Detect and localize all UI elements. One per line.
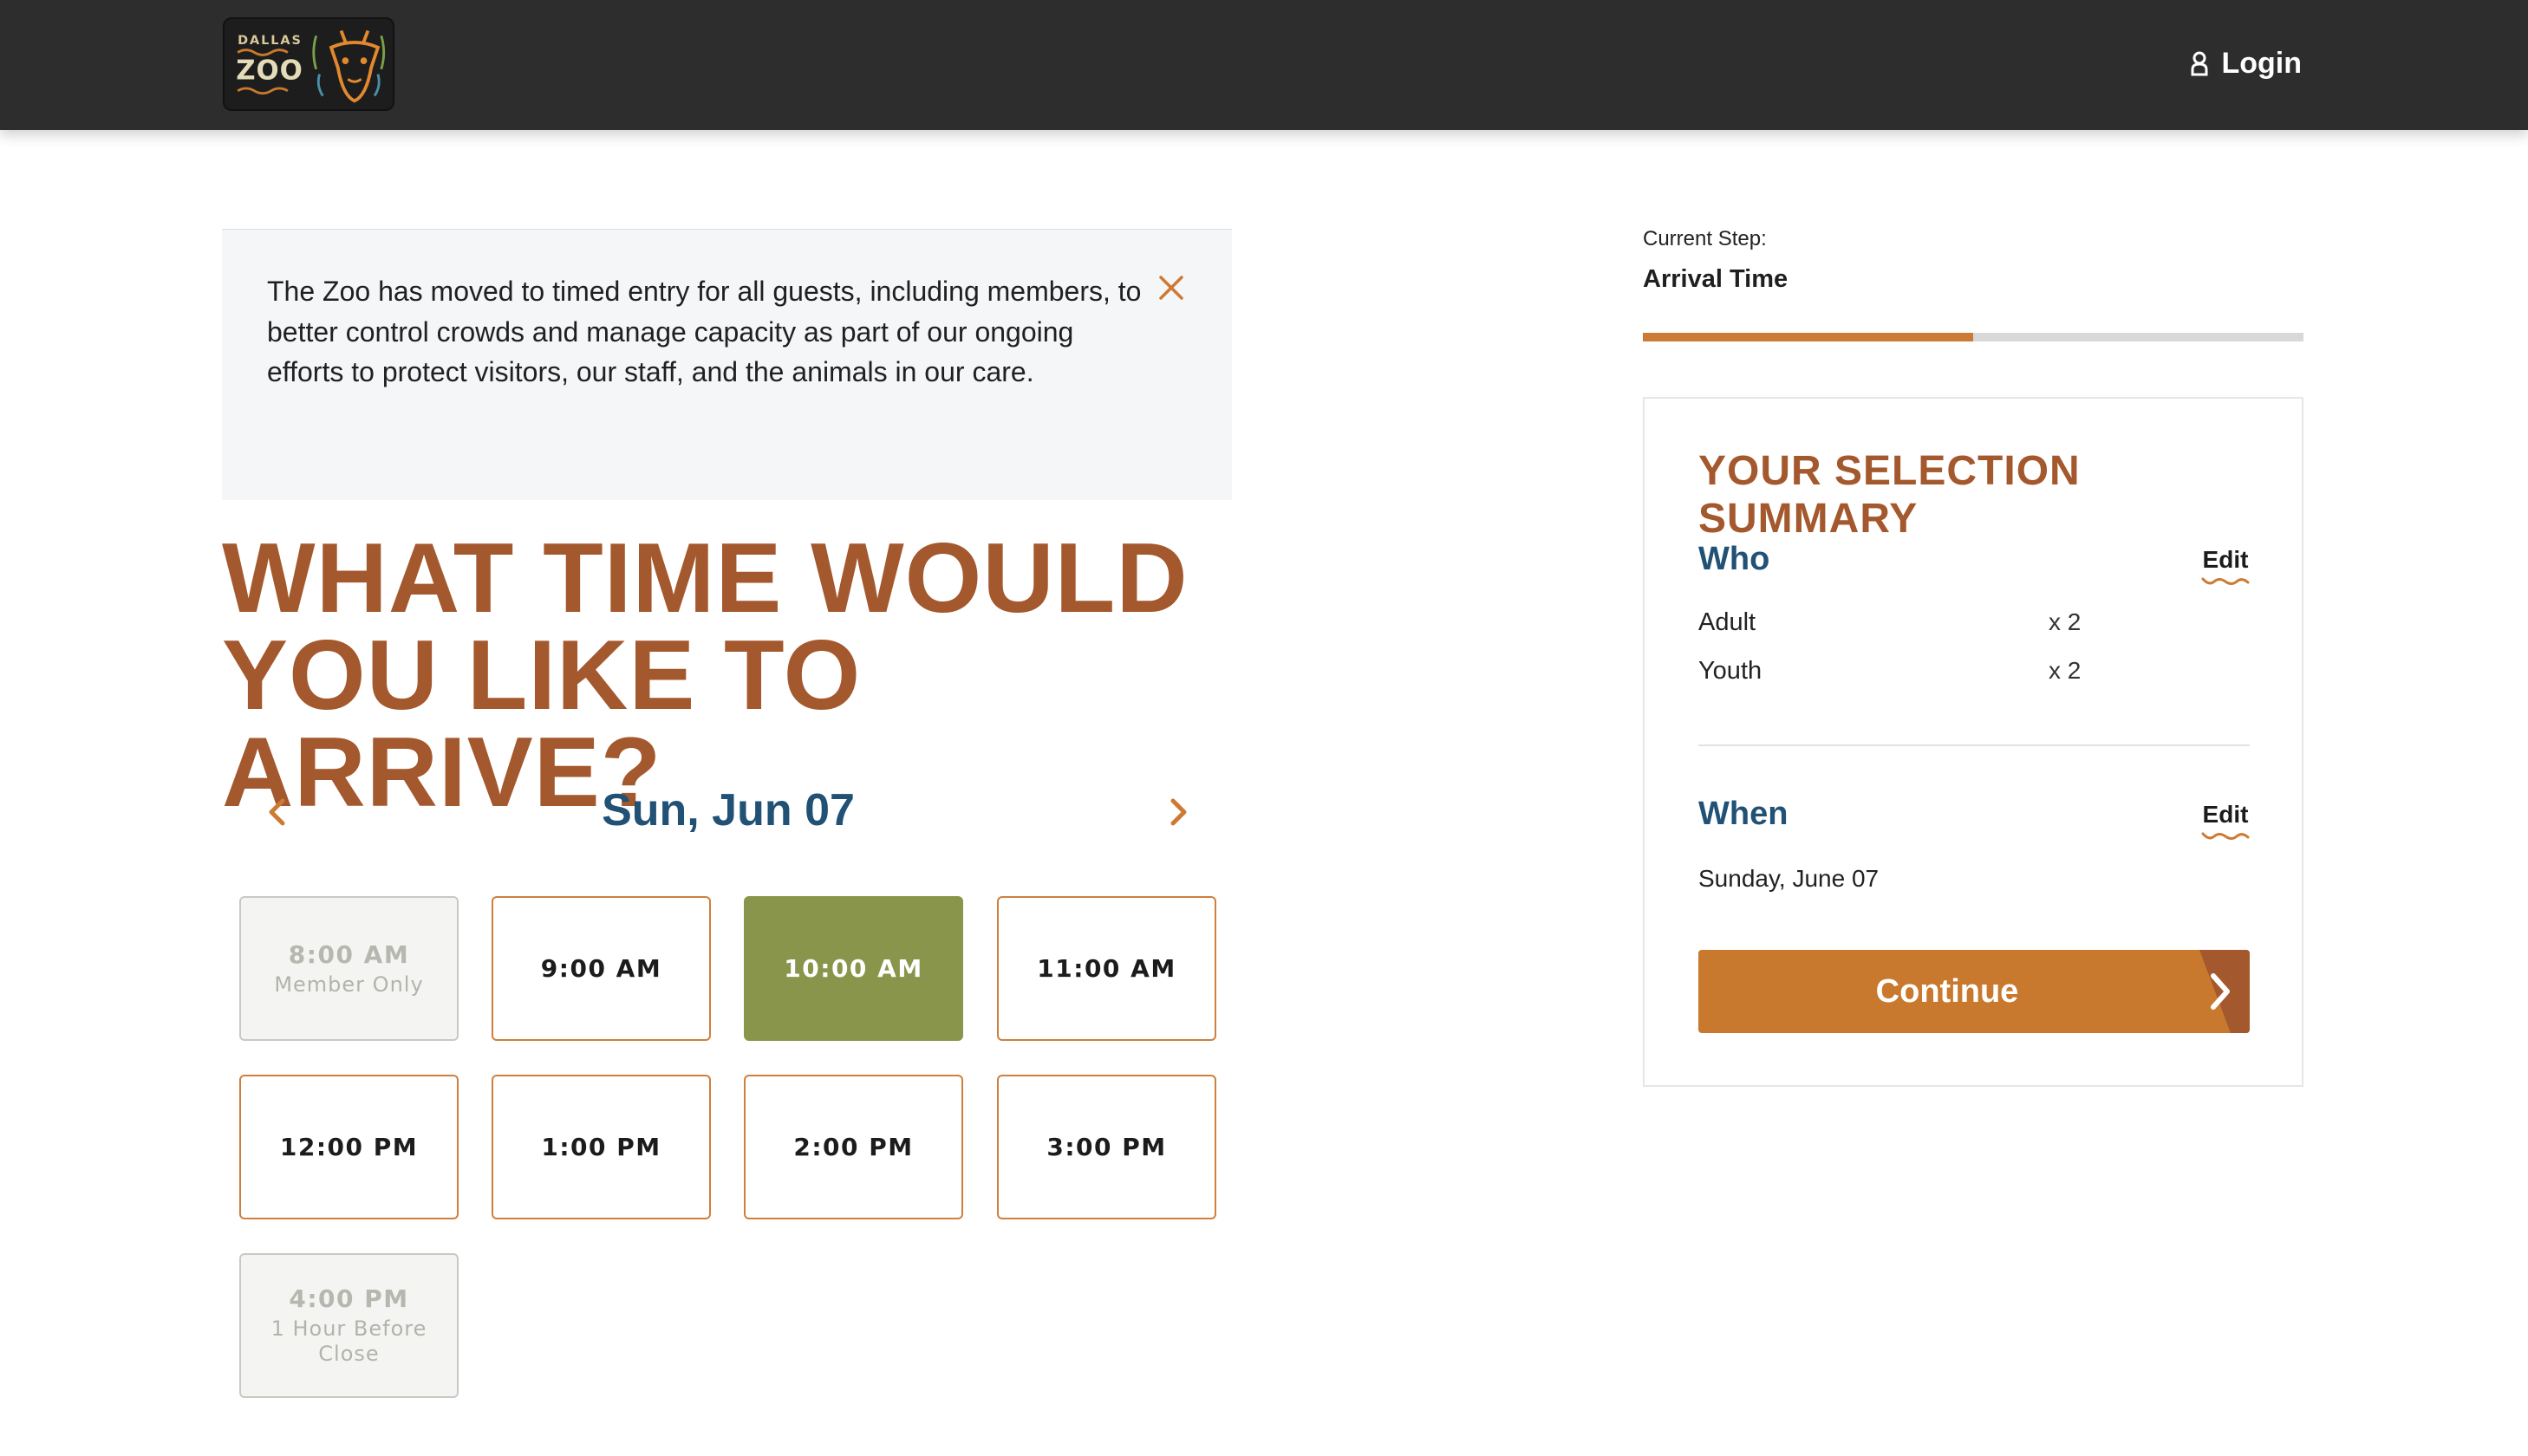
time-slot-time: 3:00 PM [1046, 1133, 1167, 1161]
current-step-caption: Current Step: [1643, 227, 1767, 250]
continue-arrow [2196, 950, 2250, 1033]
time-slot-time: 12:00 PM [279, 1133, 419, 1161]
time-slot[interactable]: 1:00 PM [492, 1075, 711, 1219]
ticket-qty-adult: x 2 [2049, 608, 2082, 635]
edit-when-label: Edit [2202, 801, 2249, 828]
time-slot-time: 8:00 AM [288, 939, 410, 969]
login-link[interactable]: Login [2190, 42, 2302, 85]
time-slot-time: 2:00 PM [793, 1133, 914, 1161]
time-slot: 4:00 PM 1 Hour Before Close [239, 1253, 459, 1398]
previous-day-button[interactable] [257, 792, 297, 832]
giraffe-logo-icon: DALLAS ZOO [236, 29, 386, 103]
ticket-label-youth: Youth [1698, 657, 1762, 685]
ticket-label-adult: Adult [1698, 608, 1756, 636]
ticket-qty-youth: x 2 [2049, 657, 2082, 684]
time-slot[interactable]: 12:00 PM [239, 1075, 459, 1219]
page-title: WHAT TIME WOULD YOU LIKE TO ARRIVE? [222, 530, 1306, 822]
time-slot[interactable]: 11:00 AM [997, 896, 1216, 1041]
time-slot: 8:00 AM Member Only [239, 896, 459, 1041]
time-slot-note: Member Only [274, 972, 424, 997]
when-date: Sunday, June 07 [1698, 865, 1880, 892]
time-slot-note: 1 Hour Before Close [270, 1316, 427, 1366]
time-slot-time: 10:00 AM [784, 954, 923, 983]
time-slot[interactable]: 3:00 PM [997, 1075, 1216, 1219]
squiggle-underline-icon [2201, 832, 2250, 840]
top-navigation-bar: DALLAS ZOO Login [0, 0, 2528, 130]
chevron-right-icon [2199, 950, 2250, 1033]
dallas-zoo-logo[interactable]: DALLAS ZOO [223, 17, 394, 111]
continue-button[interactable]: Continue [1698, 950, 2250, 1033]
notice-text: The Zoo has moved to timed entry for all… [267, 276, 1142, 387]
step-progress-bar [1643, 333, 2303, 341]
continue-label: Continue [1875, 973, 2019, 1010]
summary-title: YOUR SELECTION SUMMARY [1698, 448, 2081, 542]
page-title-line-1: WHAT TIME WOULD [222, 523, 1189, 634]
time-slot[interactable]: 9:00 AM [492, 896, 711, 1041]
time-slot-time: 4:00 PM [289, 1284, 409, 1313]
summary-divider [1698, 744, 2250, 746]
chevron-left-icon [269, 798, 285, 826]
svg-text:ZOO: ZOO [236, 55, 303, 86]
time-slot-time: 11:00 AM [1037, 954, 1176, 983]
login-label: Login [2221, 46, 2302, 80]
time-slot-time: 9:00 AM [540, 954, 662, 983]
close-icon [1159, 276, 1183, 300]
who-section-title: Who [1698, 541, 1770, 577]
chevron-right-icon [1170, 798, 1187, 826]
time-slot-time: 1:00 PM [541, 1133, 661, 1161]
time-slot[interactable]: 10:00 AM [744, 896, 963, 1041]
step-progress-fill [1643, 333, 1973, 341]
time-slot[interactable]: 2:00 PM [744, 1075, 963, 1219]
squiggle-underline-icon [2201, 577, 2250, 585]
edit-who-label: Edit [2202, 546, 2249, 573]
edit-when-button[interactable]: Edit [2201, 801, 2250, 844]
next-day-button[interactable] [1158, 792, 1198, 832]
user-icon [2191, 51, 2208, 76]
selected-date: Sun, Jun 07 [602, 785, 855, 835]
edit-who-button[interactable]: Edit [2201, 546, 2250, 589]
close-notice-button[interactable] [1156, 273, 1186, 302]
timed-entry-notice: The Zoo has moved to timed entry for all… [222, 229, 1232, 500]
current-step-name: Arrival Time [1643, 265, 1788, 293]
svg-text:DALLAS: DALLAS [238, 34, 303, 48]
when-section-title: When [1698, 796, 1788, 832]
selection-summary-panel: YOUR SELECTION SUMMARY Who Edit Adult x … [1643, 397, 2303, 1087]
